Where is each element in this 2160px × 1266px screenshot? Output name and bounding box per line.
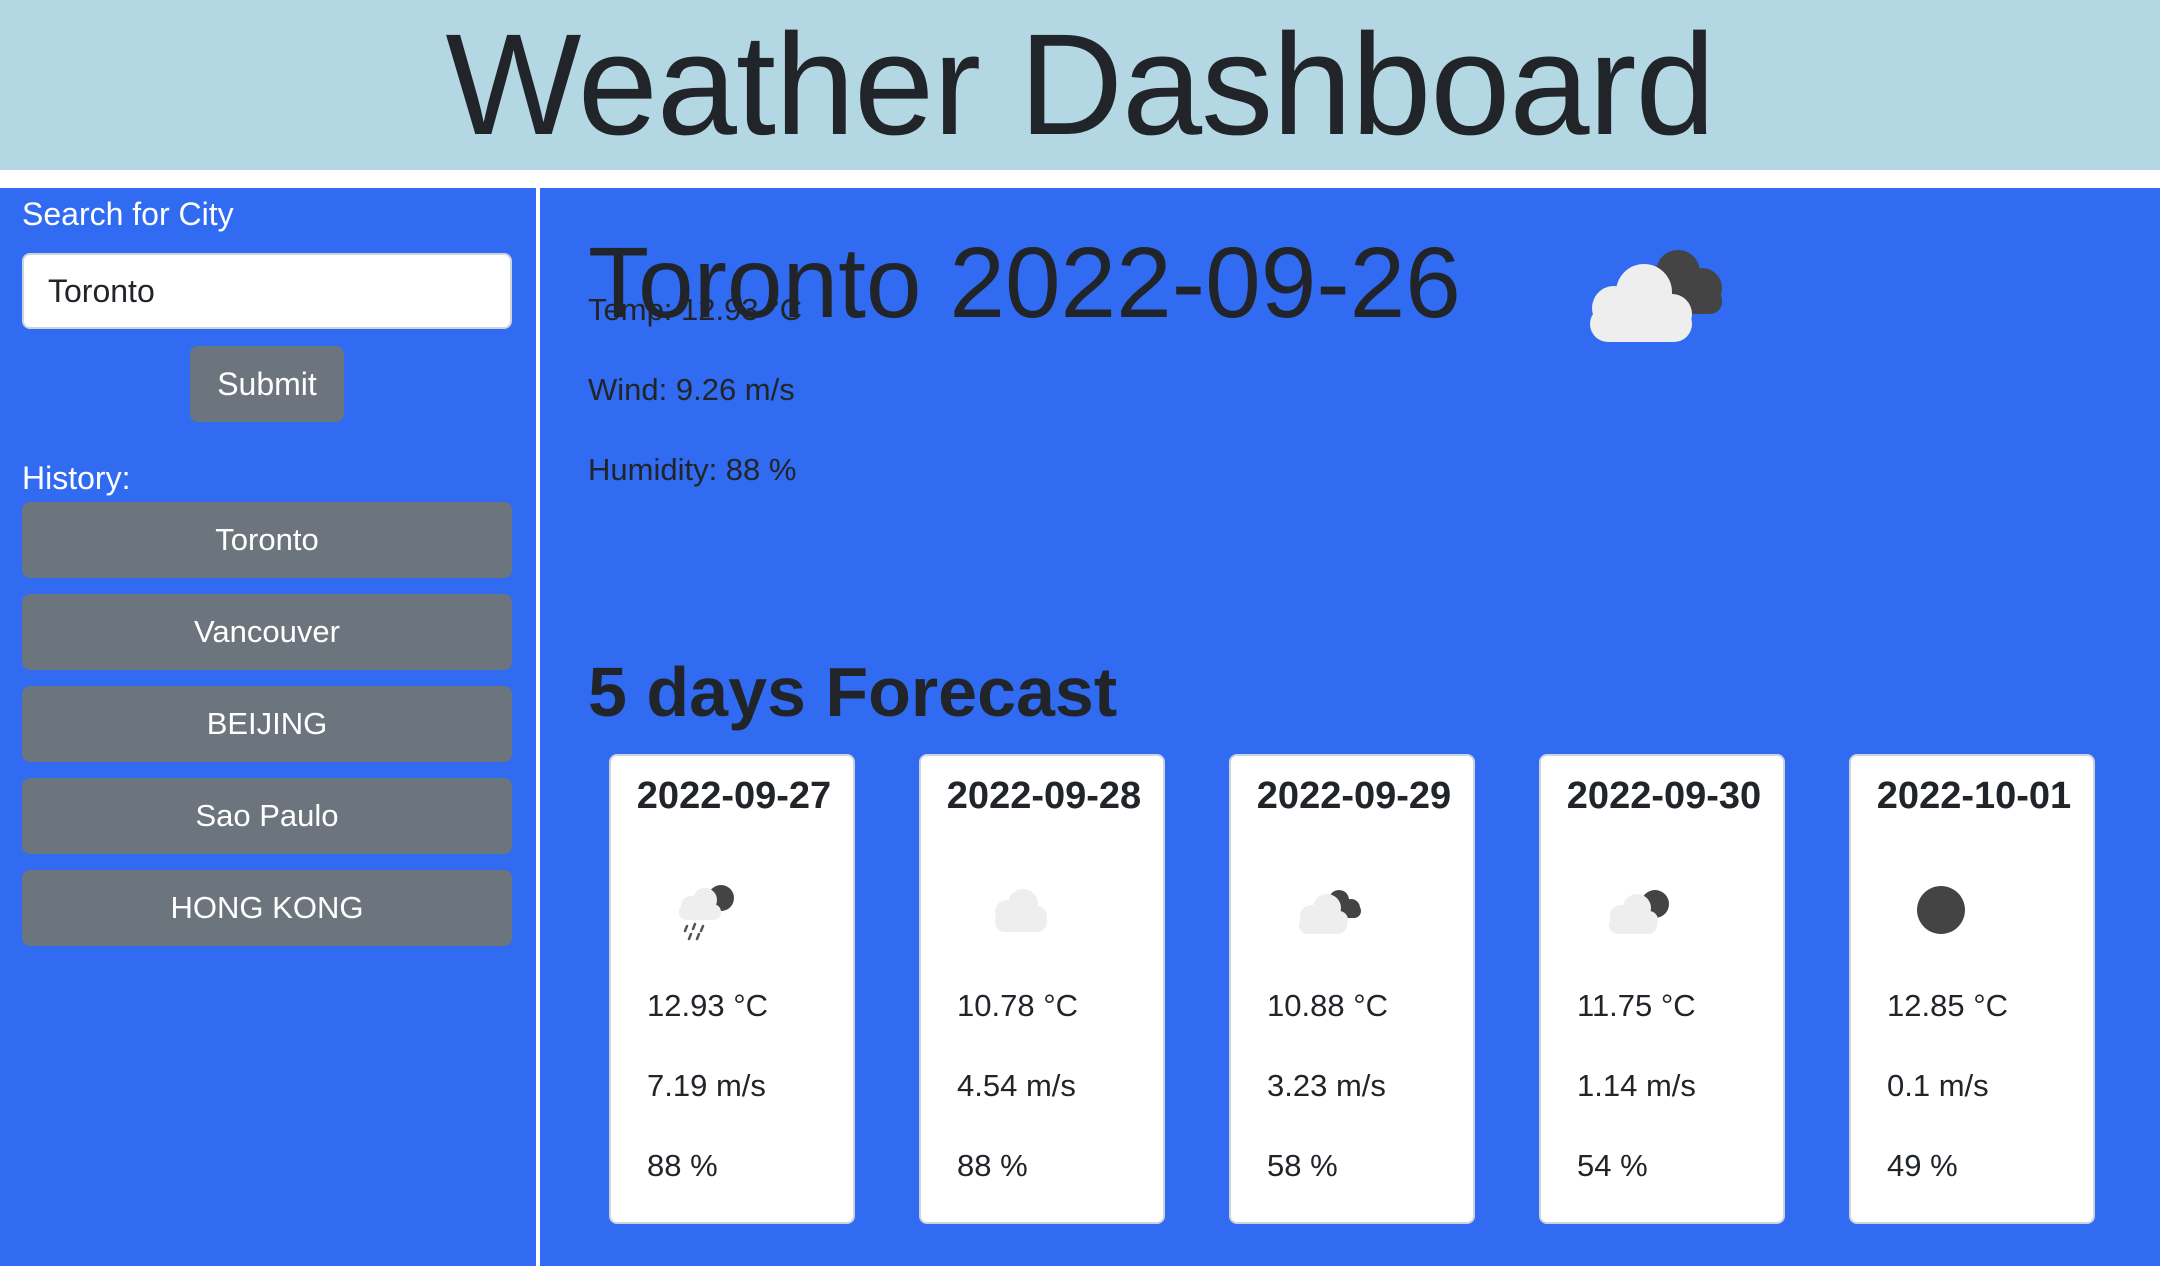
history-label: History:: [22, 460, 131, 496]
forecast-date: 2022-09-28: [946, 775, 1142, 817]
forecast-title: 5 days Forecast: [588, 653, 1118, 731]
forecast-temp: 12.85 °C: [1887, 988, 2008, 1023]
forecast-card: 2022-09-30 11.75 °C 1.14 m/s 54 %: [1539, 754, 1785, 1224]
history-item-beijing[interactable]: BEIJING: [22, 686, 512, 762]
forecast-card: 2022-09-29 10.88 °C 3.23 m/s 58 %: [1229, 754, 1475, 1224]
forecast-temp: 10.78 °C: [957, 988, 1078, 1023]
broken-clouds-icon: [1590, 250, 1722, 342]
clear-sky-icon: [1917, 886, 1965, 934]
forecast-humidity: 58 %: [1267, 1148, 1338, 1183]
header: Weather Dashboard: [0, 0, 2160, 170]
forecast-card: 2022-10-01 12.85 °C 0.1 m/s 49 %: [1849, 754, 2095, 1224]
search-input[interactable]: [22, 253, 512, 329]
history-item-vancouver[interactable]: Vancouver: [22, 594, 512, 670]
forecast-humidity: 54 %: [1577, 1148, 1648, 1183]
history-item-toronto[interactable]: Toronto: [22, 502, 512, 578]
forecast-humidity: 88 %: [957, 1148, 1028, 1183]
page-title: Weather Dashboard: [445, 4, 1715, 165]
few-clouds-icon: [1609, 890, 1669, 934]
history-item-hong-kong[interactable]: HONG KONG: [22, 870, 512, 946]
history-list: Toronto Vancouver BEIJING Sao Paulo HONG…: [22, 502, 512, 962]
sidebar: Search for City Submit History: Toronto …: [0, 188, 536, 1266]
forecast-card: 2022-09-28 10.78 °C 4.54 m/s 88 %: [919, 754, 1165, 1224]
broken-clouds-icon: [1299, 890, 1361, 934]
cloud-icon: [995, 889, 1047, 932]
forecast-wind: 3.23 m/s: [1267, 1068, 1386, 1103]
search-label: Search for City: [22, 196, 234, 232]
main-panel: Toronto 2022-09-26 Temp: 12.93 °C Wind: …: [540, 188, 2160, 1266]
forecast-card: 2022-09-27 12.93 °C 7.19 m/s 88 %: [609, 754, 855, 1224]
current-temp: Temp: 12.93 °C: [588, 292, 803, 327]
current-wind: Wind: 9.26 m/s: [588, 372, 795, 407]
forecast-wind: 7.19 m/s: [647, 1068, 766, 1103]
forecast-wind: 4.54 m/s: [957, 1068, 1076, 1103]
forecast-temp: 11.75 °C: [1577, 988, 1696, 1023]
forecast-wind: 0.1 m/s: [1887, 1068, 1989, 1103]
current-humidity: Humidity: 88 %: [588, 452, 797, 487]
forecast-humidity: 49 %: [1887, 1148, 1958, 1183]
forecast-cards: 2022-09-27 12.93 °C 7.19 m/s 88 % 2022-0…: [609, 754, 2095, 1224]
forecast-date: 2022-10-01: [1876, 775, 2072, 817]
forecast-date: 2022-09-30: [1566, 775, 1762, 817]
forecast-humidity: 88 %: [647, 1148, 718, 1183]
rain-icon: [679, 885, 734, 941]
forecast-wind: 1.14 m/s: [1577, 1068, 1696, 1103]
forecast-temp: 12.93 °C: [647, 988, 768, 1023]
forecast-date: 2022-09-27: [636, 775, 832, 817]
history-item-sao-paulo[interactable]: Sao Paulo: [22, 778, 512, 854]
forecast-temp: 10.88 °C: [1267, 988, 1388, 1023]
forecast-date: 2022-09-29: [1256, 775, 1452, 817]
submit-button[interactable]: Submit: [190, 346, 344, 422]
